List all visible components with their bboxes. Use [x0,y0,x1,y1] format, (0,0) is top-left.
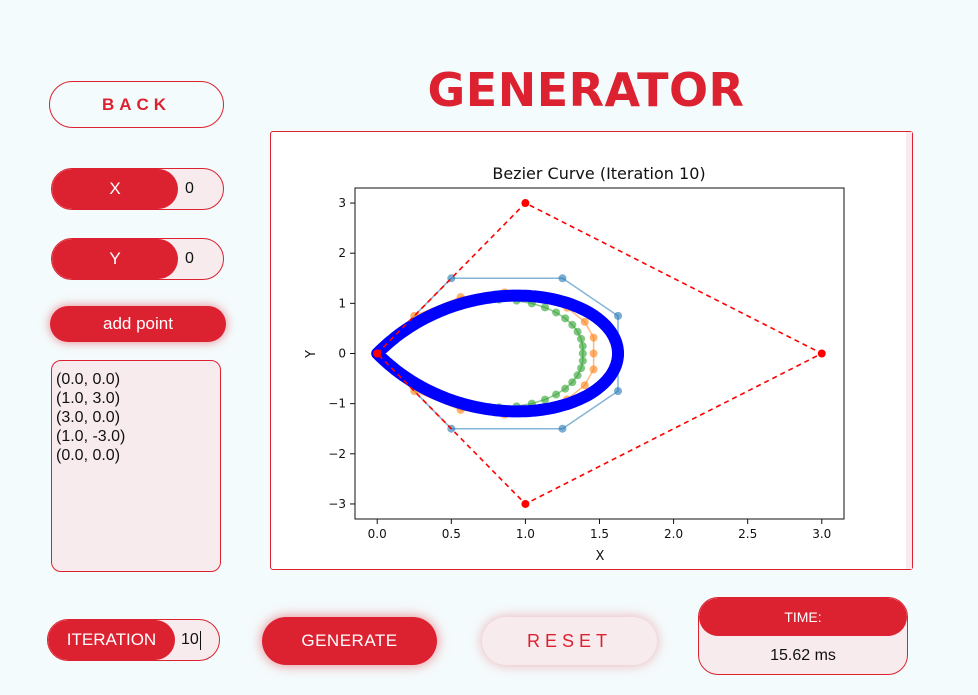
x-tick-label: 0.0 [368,527,387,541]
plot-area [354,187,845,520]
x-tick-label: 1.5 [590,527,609,541]
y-tick-label: 1 [338,296,346,310]
point-item: (1.0, 3.0) [56,390,121,407]
y-tick-label: −1 [328,397,346,411]
construction-point [552,308,561,317]
x-tick-label: 2.0 [664,527,683,541]
construction-point [568,378,577,387]
x-label: X [52,169,178,209]
construction-point [541,303,550,312]
construction-point [541,395,550,404]
y-tick-label: −2 [328,447,346,461]
construction-point [589,333,598,342]
y-tick-label: 0 [338,347,346,361]
point-item: (1.0, -3.0) [56,428,126,445]
bezier-chart: Bezier Curve (Iteration 10) 0.0 0.5 1.0 1.5… [304,164,845,564]
iteration-input-group: ITERATION 10 [47,619,220,661]
construction-point [558,274,567,283]
add-point-button[interactable]: add point [50,306,226,342]
control-point [521,199,530,208]
x-tick-label: 1.0 [516,527,535,541]
construction-point [573,327,582,336]
time-panel: TIME: 15.62 ms [698,597,908,675]
x-tick-label: 3.0 [812,527,831,541]
y-input[interactable]: 0 [185,239,194,279]
y-tick-label: 2 [338,246,346,260]
time-label: TIME: [699,598,907,636]
x-input[interactable]: 0 [185,169,194,209]
x-tick-label: 0.5 [442,527,461,541]
x-tick-label: 2.5 [738,527,757,541]
construction-point [552,390,561,399]
construction-point [614,387,623,396]
construction-point [558,424,567,433]
iteration-input[interactable]: 10 [181,620,201,660]
back-button[interactable]: BACK [49,81,224,128]
points-list[interactable]: (0.0, 0.0) (1.0, 3.0) (3.0, 0.0) (1.0, -… [51,360,221,572]
x-input-group: X 0 [51,168,224,210]
construction-point [578,349,587,358]
chart-title: Bezier Curve (Iteration 10) [492,164,705,183]
construction-point [580,381,589,390]
text-caret [199,630,201,650]
construction-point [561,384,570,393]
construction-point [568,320,577,329]
control-point [521,499,530,508]
y-axis-label: Y [304,350,319,359]
chart-panel: Bezier Curve (Iteration 10) 0.0 0.5 1.0 1.5… [270,131,913,570]
iteration-value: 10 [181,631,199,648]
generate-button[interactable]: GENERATE [262,617,437,665]
x-axis-label: X [596,549,605,564]
time-value: 15.62 ms [770,647,836,664]
construction-point [577,334,586,343]
y-tick-label: 3 [338,196,346,210]
reset-button[interactable]: RESET [482,617,657,665]
y-tick-label: −3 [328,497,346,511]
y-input-group: Y 0 [51,238,224,280]
construction-point [578,356,587,365]
construction-point [589,365,598,374]
point-item: (0.0, 0.0) [56,447,121,464]
point-item: (3.0, 0.0) [56,409,121,426]
app-title: GENERATOR [427,63,745,117]
construction-point [580,317,589,326]
construction-point [561,314,570,323]
point-item: (0.0, 0.0) [56,371,121,388]
construction-point [614,311,623,320]
construction-point [573,371,582,380]
iteration-label: ITERATION [48,620,175,660]
control-point [373,349,382,358]
construction-point [589,349,598,358]
control-point [817,349,826,358]
construction-point [578,342,587,351]
construction-point [577,364,586,373]
y-label: Y [52,239,178,279]
